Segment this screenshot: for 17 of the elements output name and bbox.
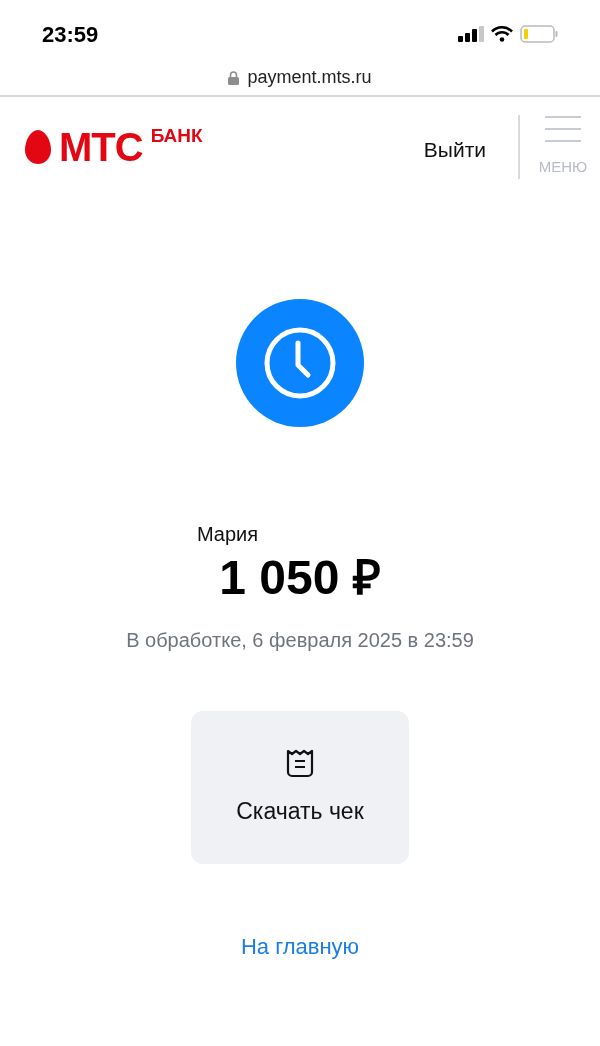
signal-icon	[458, 26, 484, 42]
battery-icon	[520, 25, 558, 43]
payment-status: В обработке, 6 февраля 2025 в 23:59	[126, 628, 474, 653]
download-receipt-button[interactable]: Скачать чек	[191, 711, 409, 864]
payment-amount: 1 050 ₽	[219, 551, 381, 605]
logo-egg-icon	[25, 130, 51, 164]
menu-label: МЕНЮ	[538, 156, 588, 177]
lock-icon	[228, 70, 240, 85]
home-link[interactable]: На главную	[240, 930, 360, 963]
logo-brand: МТС	[59, 126, 143, 168]
recipient-name: Мария	[196, 522, 259, 547]
logo-suffix: БАНК	[150, 126, 203, 146]
status-time: 23:59	[42, 20, 99, 49]
menu-icon	[545, 115, 581, 142]
logout-button[interactable]: Выйти	[423, 134, 486, 166]
wifi-icon	[491, 26, 513, 42]
address-url[interactable]: payment.mts.ru	[247, 64, 372, 91]
